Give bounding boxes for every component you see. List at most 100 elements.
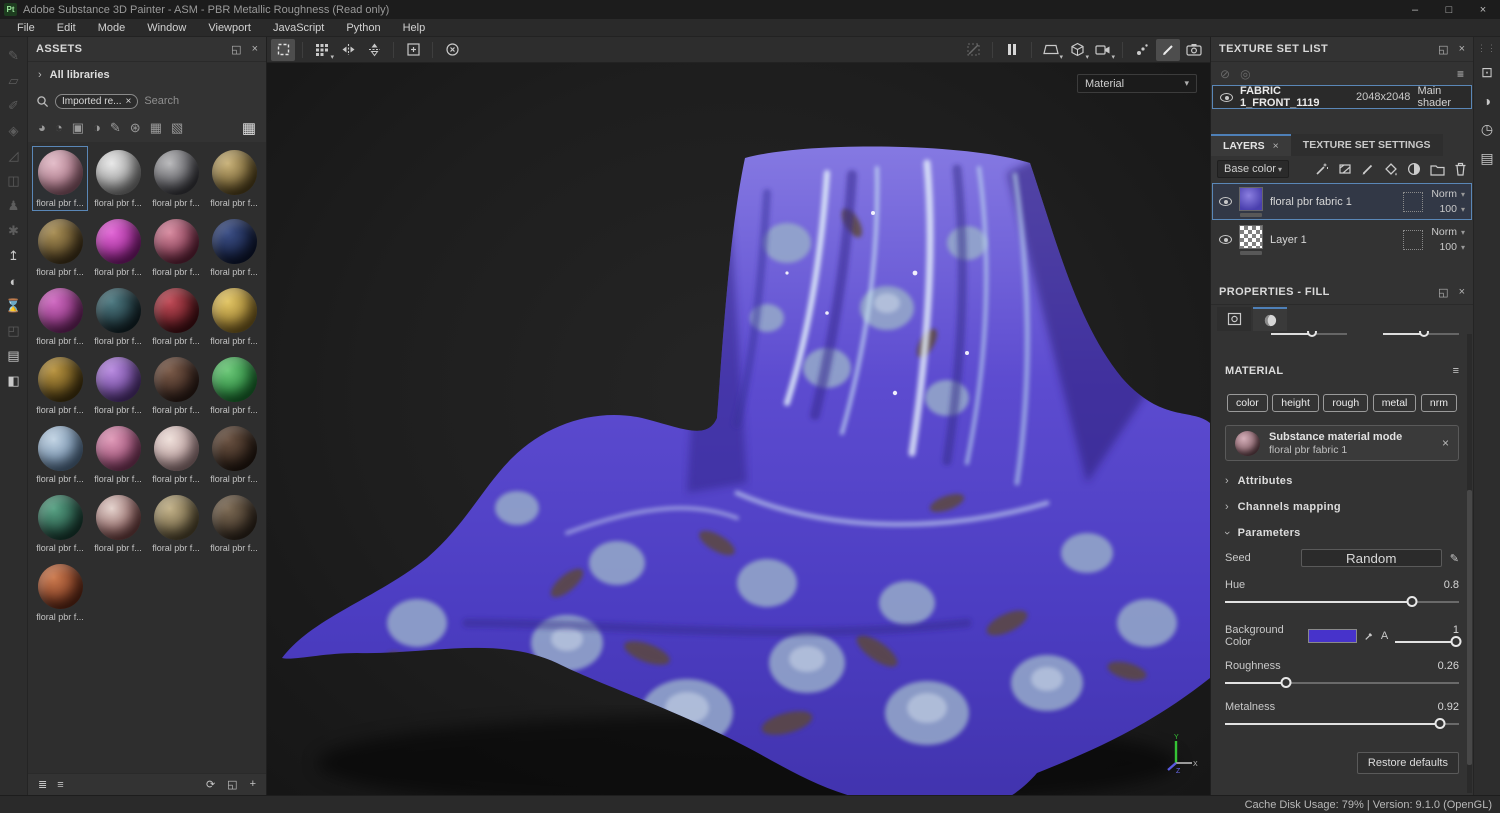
layer-mask-slot[interactable] [1403, 191, 1424, 212]
layer-mask-slot[interactable] [1403, 229, 1424, 250]
far-tool-icon[interactable]: ◷ [1481, 121, 1493, 138]
far-tool-icon[interactable]: ⊡ [1481, 64, 1493, 81]
add-quick-mask-button[interactable] [401, 39, 425, 61]
solo-view-icon[interactable]: ◎ [1240, 67, 1250, 81]
parameters-section[interactable]: › Parameters [1221, 527, 1459, 539]
left-tool-icon[interactable]: ◰ [3, 320, 25, 342]
asset-filter-icon[interactable]: ◕ [38, 120, 46, 136]
left-tool-icon[interactable]: ✱ [3, 220, 25, 242]
asset-item[interactable]: floral pbr f... [90, 146, 146, 211]
camera-button[interactable]: ▾ [1091, 39, 1115, 61]
texture-set-row[interactable]: FABRIC 1_FRONT_1119 2048x2048 Main shade… [1212, 85, 1472, 109]
channels-mapping-section[interactable]: › Channels mapping [1225, 501, 1459, 513]
roughness-slider[interactable] [1225, 677, 1459, 689]
symmetry-vertical-button[interactable] [362, 39, 386, 61]
lazy-mouse-button[interactable] [961, 39, 985, 61]
close-icon[interactable]: × [1466, 0, 1500, 19]
asset-item[interactable]: floral pbr f... [206, 284, 262, 349]
minimize-icon[interactable]: – [1398, 0, 1432, 19]
search-filter-tag[interactable]: Imported re... × [55, 93, 139, 109]
tab-properties-material[interactable] [1253, 307, 1287, 331]
menu-item[interactable]: Help [392, 22, 437, 34]
asset-item[interactable]: floral pbr f... [148, 353, 204, 418]
hue-slider[interactable] [1225, 596, 1459, 608]
asset-item[interactable]: floral pbr f... [148, 146, 204, 211]
layer-thumbnail[interactable] [1239, 186, 1263, 211]
asset-filter-icon[interactable]: ▦ [150, 120, 162, 136]
left-tool-icon[interactable]: ↥ [3, 245, 25, 267]
asset-item[interactable]: floral pbr f... [206, 215, 262, 280]
layer-row-fill[interactable]: floral pbr fabric 1 Norm ▾ 100 ▾ [1212, 183, 1472, 220]
texture-set-filter-icon[interactable]: ≡ [1457, 67, 1464, 81]
viewport-3d[interactable]: Material ▾ Y X Z [267, 63, 1210, 795]
opacity-dropdown[interactable]: 100 ▾ [1439, 241, 1465, 253]
asset-item[interactable]: floral pbr f... [32, 422, 88, 487]
pause-engine-button[interactable] [1000, 39, 1024, 61]
add-fill-layer-icon[interactable] [1384, 162, 1398, 176]
left-tool-icon[interactable]: ▱ [3, 70, 25, 92]
left-tool-icon[interactable]: ◫ [3, 170, 25, 192]
menu-item[interactable]: Window [136, 22, 197, 34]
library-selector[interactable]: › All libraries [28, 62, 266, 88]
eyedropper-icon[interactable] [1364, 630, 1374, 642]
asset-item[interactable]: floral pbr f... [206, 422, 262, 487]
material-filter-icon[interactable]: ≡ [1453, 365, 1459, 377]
panel-close-icon[interactable]: × [1459, 286, 1465, 299]
reset-view-button[interactable] [440, 39, 464, 61]
blend-mode-dropdown[interactable]: Norm ▾ [1431, 226, 1465, 238]
far-tool-icon[interactable]: ▤ [1480, 150, 1493, 167]
asset-filter-icon[interactable]: ✎ [110, 120, 121, 136]
channel-filter-dropdown[interactable]: Base color ▾ [1217, 160, 1289, 178]
metalness-value[interactable]: 0.92 [1438, 701, 1459, 713]
properties-scrollbar[interactable] [1467, 334, 1472, 793]
delete-layer-icon[interactable] [1454, 162, 1467, 176]
asset-item[interactable]: floral pbr f... [90, 215, 146, 280]
left-tool-icon[interactable]: ◐ [3, 270, 25, 292]
metalness-slider[interactable] [1225, 718, 1459, 730]
layer-visibility-icon[interactable] [1219, 197, 1232, 206]
asset-item[interactable]: floral pbr f... [32, 284, 88, 349]
tag-close-icon[interactable]: × [125, 96, 131, 107]
channel-toggle-button[interactable]: nrm [1420, 394, 1457, 412]
asset-item[interactable]: floral pbr f... [32, 146, 88, 211]
remove-material-icon[interactable]: × [1442, 436, 1449, 450]
asset-filter-icon[interactable]: ▧ [171, 120, 183, 136]
far-tool-icon[interactable]: ◑ [1483, 93, 1491, 109]
asset-item[interactable]: floral pbr f... [148, 284, 204, 349]
add-asset-icon[interactable]: + [250, 778, 256, 791]
blend-mode-dropdown[interactable]: Norm ▾ [1431, 188, 1465, 200]
left-tool-icon[interactable]: ✐ [3, 95, 25, 117]
asset-filter-icon[interactable]: ◑ [93, 120, 101, 136]
left-tool-icon[interactable]: ◿ [3, 145, 25, 167]
viewport-display-button[interactable]: ▾ [1039, 39, 1063, 61]
visibility-eye-icon[interactable] [1220, 92, 1233, 102]
menu-item[interactable]: JavaScript [262, 22, 335, 34]
menu-item[interactable]: Python [335, 22, 391, 34]
tab-properties-settings[interactable] [1217, 307, 1251, 331]
paint-mode-button[interactable] [1156, 38, 1180, 61]
channel-toggle-button[interactable]: rough [1323, 394, 1369, 412]
asset-filter-icon[interactable]: ⊛ [130, 120, 141, 136]
asset-item[interactable]: floral pbr f... [148, 491, 204, 556]
tab-layers[interactable]: LAYERS × [1211, 134, 1291, 156]
menu-item[interactable]: Viewport [197, 22, 262, 34]
clipped-slider[interactable] [1383, 331, 1459, 341]
symmetry-horizontal-button[interactable] [336, 39, 360, 61]
roughness-value[interactable]: 0.26 [1438, 660, 1459, 672]
seed-random-button[interactable]: Random [1300, 549, 1442, 567]
tiling-mode-button[interactable]: ▾ [310, 39, 334, 61]
asset-item[interactable]: floral pbr f... [148, 422, 204, 487]
panel-popout-icon[interactable]: ◱ [231, 43, 241, 56]
asset-item[interactable]: floral pbr f... [148, 215, 204, 280]
transform-manipulator-button[interactable] [271, 38, 295, 61]
asset-item[interactable]: floral pbr f... [32, 560, 88, 625]
material-slot[interactable]: Substance material mode floral pbr fabri… [1225, 425, 1459, 461]
panel-drag-handle[interactable]: ⋮⋮ [1477, 43, 1497, 54]
asset-item[interactable]: floral pbr f... [90, 491, 146, 556]
add-smart-material-icon[interactable] [1338, 162, 1352, 176]
add-paint-layer-icon[interactable] [1361, 162, 1375, 176]
left-tool-icon[interactable]: ⌛ [3, 295, 25, 317]
layer-row-paint[interactable]: Layer 1 Norm ▾ 100 ▾ [1212, 221, 1472, 258]
hide-all-icon[interactable]: ⊘ [1220, 67, 1230, 81]
screenshot-camera-button[interactable] [1182, 39, 1206, 61]
